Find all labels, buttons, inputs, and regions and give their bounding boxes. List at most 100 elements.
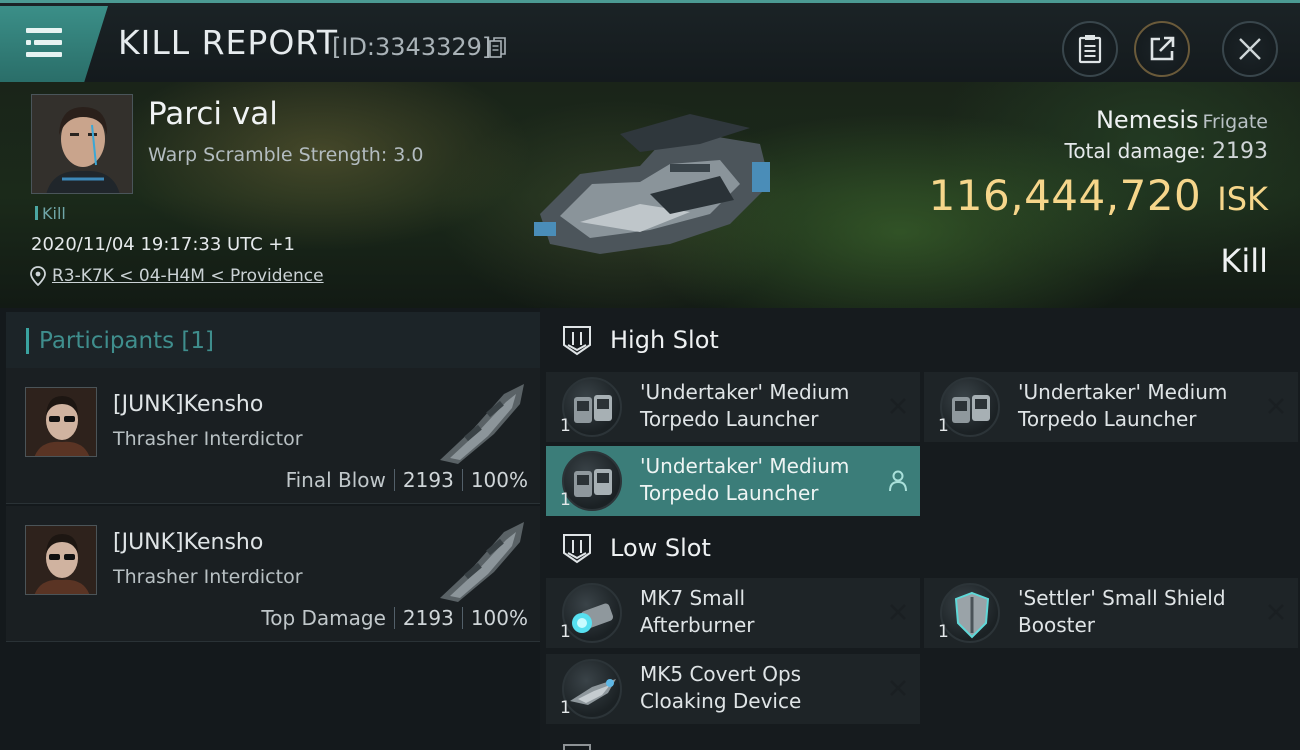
item-quantity: 1 (560, 698, 571, 718)
slot-icon (563, 534, 591, 564)
participant-percent: 100% (470, 468, 528, 492)
module-icon (562, 377, 622, 437)
participant-percent: 100% (470, 606, 528, 630)
slot-icon (563, 326, 591, 356)
item-name-line: Torpedo Launcher (1018, 407, 1197, 431)
total-damage-label: Total damage: (1064, 139, 1207, 163)
item-name: 'Undertaker' Medium Torpedo Launcher (640, 453, 870, 507)
victim-ship-name[interactable]: Nemesis Frigate (1096, 106, 1268, 134)
module-icon (940, 377, 1000, 437)
item-name-line: 'Undertaker' Medium (640, 380, 850, 404)
clipboard-button[interactable] (1062, 21, 1118, 77)
participant-ship-image (440, 384, 524, 464)
item-name: MK7 Small Afterburner (640, 585, 870, 639)
item-name-line: MK7 Small (640, 586, 745, 610)
participant-row[interactable]: [JUNK]Kensho Thrasher Interdictor Final … (6, 368, 540, 504)
module-icon (940, 583, 1000, 643)
participants-header[interactable]: Participants [1] (6, 312, 540, 370)
fittings-panel: High Slot 1 'Undertaker' Medium Torpedo … (540, 308, 1300, 750)
header-bar: KILL REPORT [ID:3343329] (0, 0, 1300, 82)
participants-panel: Participants [1] [JUNK]Kensho Thrasher I… (0, 308, 540, 750)
kill-datetime: 2020/11/04 19:17:33 UTC +1 (31, 234, 295, 255)
warp-scramble-strength: Warp Scramble Strength: 3.0 (148, 144, 424, 166)
participant-avatar (25, 387, 97, 457)
participant-label: Top Damage (261, 606, 386, 630)
item-name-line: 'Undertaker' Medium (1018, 380, 1228, 404)
menu-button[interactable] (0, 6, 108, 82)
isk-value: 116,444,720 ISK (929, 171, 1268, 220)
menu-icon (26, 28, 62, 58)
item-quantity: 1 (560, 622, 571, 642)
total-damage-value: 2193 (1212, 139, 1268, 164)
item-name-line: Torpedo Launcher (640, 407, 819, 431)
next-slot-header (560, 732, 594, 750)
location-link[interactable]: R3-K7K < 04-H4M < Providence (52, 266, 324, 286)
item-quantity: 1 (938, 416, 949, 436)
fitting-item[interactable]: 1 MK5 Covert Ops Cloaking Device (546, 654, 920, 724)
kill-location[interactable]: R3-K7K < 04-H4M < Providence (30, 266, 324, 286)
ship-name-text: Nemesis (1095, 106, 1199, 134)
share-button[interactable] (1134, 21, 1190, 77)
share-icon (1150, 36, 1175, 61)
kill-summary-banner: Parci val Warp Scramble Strength: 3.0 Ki… (0, 82, 1300, 308)
participant-stats: Final Blow 2193 100% (286, 468, 528, 492)
victim-ship-image (534, 114, 770, 254)
module-icon (562, 659, 622, 719)
fitting-item-dropped[interactable]: 1 'Undertaker' Medium Torpedo Launcher (546, 446, 920, 516)
participant-ship: Thrasher Interdictor (113, 566, 303, 588)
participant-ship: Thrasher Interdictor (113, 428, 303, 450)
kill-tag: Kill (35, 204, 66, 223)
fitting-item[interactable]: 1 'Undertaker' Medium Torpedo Launcher (924, 372, 1298, 442)
high-slot-header: High Slot (560, 314, 719, 366)
victim-portrait[interactable] (31, 94, 133, 194)
item-name-line: MK5 Covert Ops (640, 662, 802, 686)
ship-class: Frigate (1202, 111, 1268, 133)
item-quantity: 1 (560, 416, 571, 436)
participant-damage: 2193 (402, 606, 454, 630)
isk-unit: ISK (1217, 180, 1268, 218)
slot-icon (563, 744, 591, 750)
participant-name[interactable]: [JUNK]Kensho (113, 530, 263, 555)
fitting-item[interactable]: 1 'Settler' Small Shield Booster (924, 578, 1298, 648)
user-icon (889, 470, 907, 492)
item-quantity: 1 (560, 490, 571, 510)
item-name-line: Cloaking Device (640, 689, 802, 713)
item-name: 'Settler' Small Shield Booster (1018, 585, 1248, 639)
low-slot-header: Low Slot (560, 522, 711, 574)
close-button[interactable] (1222, 21, 1278, 77)
remove-icon (890, 398, 906, 414)
participant-name[interactable]: [JUNK]Kensho (113, 392, 263, 417)
fitting-item[interactable]: 1 'Undertaker' Medium Torpedo Launcher (546, 372, 920, 442)
remove-icon (890, 680, 906, 696)
report-id: [ID:3343329] (332, 33, 492, 61)
total-damage: Total damage: 2193 (1065, 139, 1269, 164)
page-title: KILL REPORT (118, 23, 338, 62)
remove-icon (890, 604, 906, 620)
participant-label: Final Blow (285, 468, 386, 492)
module-icon (562, 583, 622, 643)
participant-damage: 2193 (402, 468, 454, 492)
module-icon (562, 451, 622, 511)
high-slot-label: High Slot (610, 326, 719, 354)
participant-avatar (25, 525, 97, 595)
item-quantity: 1 (938, 622, 949, 642)
fitting-item[interactable]: 1 MK7 Small Afterburner (546, 578, 920, 648)
item-name: 'Undertaker' Medium Torpedo Launcher (1018, 379, 1248, 433)
clipboard-icon (1078, 35, 1102, 64)
remove-icon (1268, 604, 1284, 620)
participant-row[interactable]: [JUNK]Kensho Thrasher Interdictor Top Da… (6, 506, 540, 642)
item-name-line: Afterburner (640, 613, 755, 637)
item-name: 'Undertaker' Medium Torpedo Launcher (640, 379, 870, 433)
item-name-line: 'Undertaker' Medium (640, 454, 850, 478)
location-pin-icon (30, 266, 46, 286)
remove-icon (1268, 398, 1284, 414)
participant-stats: Top Damage 2193 100% (261, 606, 528, 630)
copy-icon[interactable] (489, 37, 507, 59)
item-name-line: Booster (1018, 613, 1095, 637)
item-name-line: 'Settler' Small Shield (1018, 586, 1226, 610)
isk-amount: 116,444,720 (928, 171, 1202, 220)
victim-pilot-name[interactable]: Parci val (148, 96, 278, 132)
result-label: Kill (1220, 242, 1268, 280)
item-name-line: Torpedo Launcher (640, 481, 819, 505)
item-name: MK5 Covert Ops Cloaking Device (640, 661, 870, 715)
